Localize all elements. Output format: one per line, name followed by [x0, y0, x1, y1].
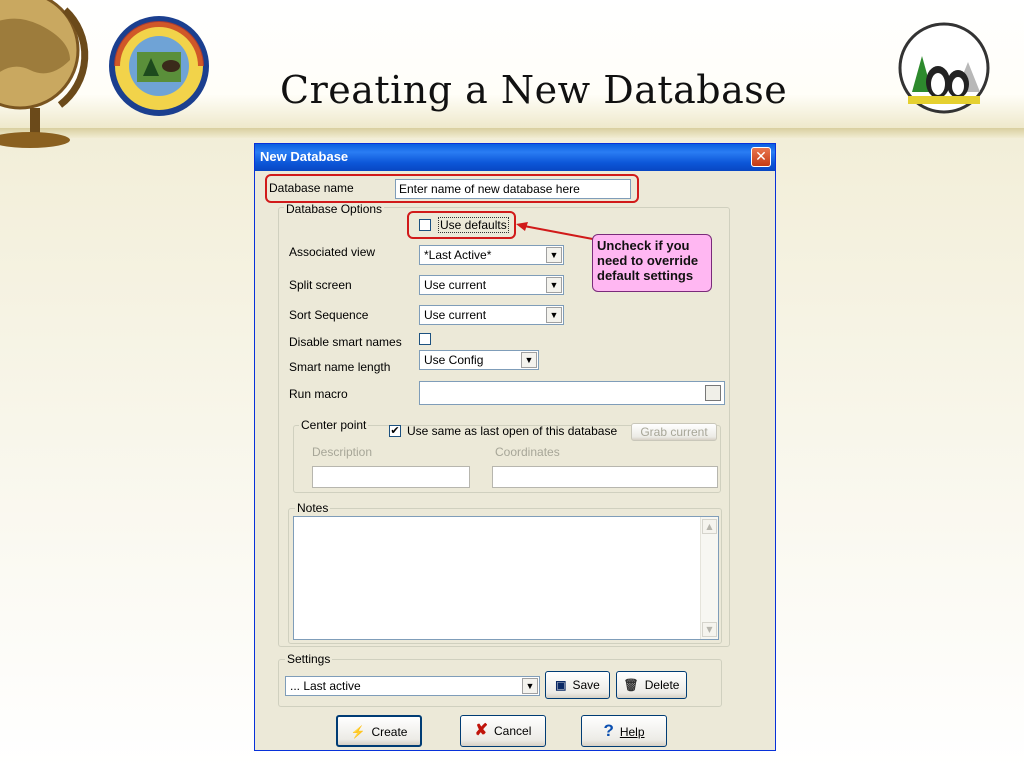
- settings-title: Settings: [285, 652, 333, 666]
- coordinates-input[interactable]: [492, 466, 718, 488]
- cancel-label: Cancel: [494, 724, 532, 738]
- use-same-label: Use same as last open of this database: [407, 424, 618, 438]
- center-point-title: Center point: [299, 418, 369, 432]
- description-input[interactable]: [312, 466, 470, 488]
- save-label: Save: [572, 678, 600, 692]
- sort-sequence-value: Use current: [424, 308, 487, 322]
- header-divider: [0, 128, 1024, 138]
- notes-textarea[interactable]: ▲ ▼: [293, 516, 719, 640]
- chevron-down-icon[interactable]: ▼: [546, 247, 562, 263]
- chevron-down-icon[interactable]: ▼: [546, 277, 562, 293]
- disable-smart-names-checkbox[interactable]: [419, 333, 431, 345]
- database-options-title: Database Options: [284, 202, 385, 216]
- x-icon: ✘: [474, 722, 489, 739]
- callout-arrow: [516, 222, 599, 241]
- floppy-disk-icon: ▣: [555, 678, 567, 692]
- help-button[interactable]: ? Help: [581, 715, 667, 747]
- create-label: Create: [371, 725, 408, 739]
- coordinates-label: Coordinates: [495, 445, 560, 459]
- dialog-title: New Database: [260, 149, 349, 164]
- split-screen-select[interactable]: Use current ▼: [419, 275, 564, 295]
- grab-current-button[interactable]: Grab current: [631, 423, 717, 441]
- associated-view-select[interactable]: *Last Active* ▼: [419, 245, 564, 265]
- sort-sequence-label: Sort Sequence: [289, 308, 369, 322]
- sort-sequence-select[interactable]: Use current ▼: [419, 305, 564, 325]
- dialog-titlebar[interactable]: New Database ✕: [255, 144, 775, 171]
- use-same-checkbox[interactable]: ✔: [389, 425, 401, 437]
- split-screen-label: Split screen: [289, 278, 352, 292]
- chevron-down-icon[interactable]: ▼: [522, 678, 538, 694]
- smart-name-length-value: Use Config: [424, 353, 484, 367]
- cancel-button[interactable]: ✘ Cancel: [460, 715, 546, 747]
- lightning-icon: ⚡: [350, 725, 366, 739]
- globe-icon: [0, 0, 89, 148]
- run-macro-input[interactable]: [419, 381, 725, 405]
- delete-label: Delete: [644, 678, 680, 692]
- settings-select[interactable]: ... Last active ▼: [285, 676, 540, 696]
- geowoodstock-logo: [109, 16, 209, 116]
- disable-smart-names-label: Disable smart names: [289, 335, 402, 349]
- scroll-down-icon[interactable]: ▼: [702, 622, 717, 637]
- close-button[interactable]: ✕: [751, 147, 771, 167]
- associated-view-label: Associated view: [289, 245, 376, 259]
- teamdotone-logo: [898, 22, 990, 114]
- use-defaults-highlight: [407, 211, 516, 239]
- help-label: Help: [619, 725, 645, 739]
- scroll-up-icon[interactable]: ▲: [702, 519, 717, 534]
- callout-note: Uncheck if you need to override default …: [592, 234, 712, 292]
- notes-title: Notes: [295, 501, 331, 515]
- create-button[interactable]: ⚡ Create: [336, 715, 422, 747]
- question-mark-icon: ?: [603, 721, 614, 740]
- close-icon: ✕: [755, 149, 767, 165]
- chevron-down-icon[interactable]: ▼: [546, 307, 562, 323]
- run-macro-label: Run macro: [289, 387, 348, 401]
- folder-browse-icon[interactable]: [705, 385, 721, 401]
- settings-value: ... Last active: [290, 679, 361, 693]
- delete-button[interactable]: 🗑 Delete: [616, 671, 687, 699]
- chevron-down-icon[interactable]: ▼: [521, 352, 537, 368]
- trash-icon: 🗑: [623, 678, 639, 692]
- notes-scrollbar[interactable]: ▲ ▼: [700, 517, 718, 639]
- smart-name-length-label: Smart name length: [289, 360, 391, 374]
- smart-name-length-select[interactable]: Use Config ▼: [419, 350, 539, 370]
- save-button[interactable]: ▣ Save: [545, 671, 610, 699]
- description-label: Description: [312, 445, 373, 459]
- slide-title: Creating a New Database: [280, 68, 788, 112]
- associated-view-value: *Last Active*: [424, 248, 492, 262]
- database-name-highlight: [265, 174, 639, 203]
- split-screen-value: Use current: [424, 278, 487, 292]
